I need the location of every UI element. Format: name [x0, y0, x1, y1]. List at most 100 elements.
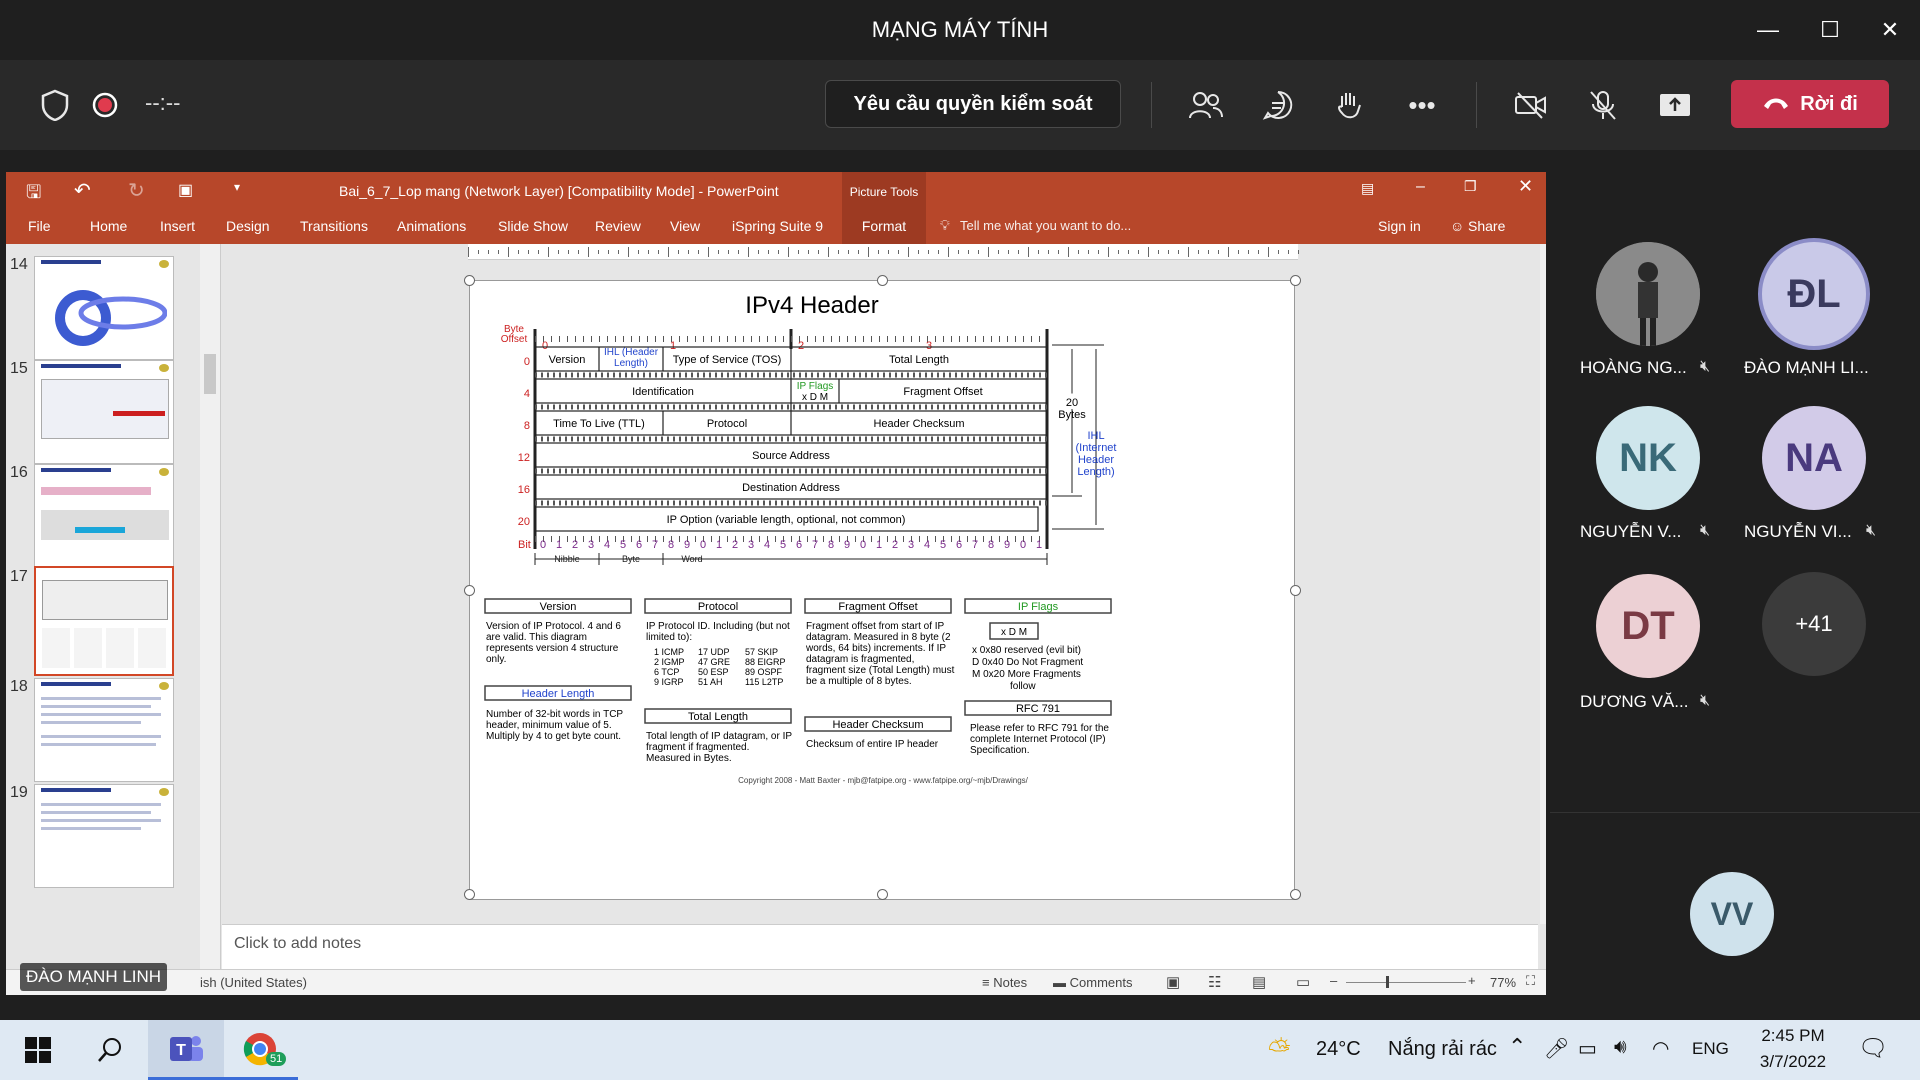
resize-handle[interactable] [877, 889, 888, 900]
editor-scrollbar[interactable] [1540, 244, 1546, 924]
request-control-button[interactable]: Yêu cầu quyền kiểm soát [825, 80, 1121, 128]
tab-review[interactable]: Review [595, 218, 641, 234]
people-icon[interactable] [1181, 80, 1231, 130]
participant-avatar-nk[interactable]: NK [1596, 406, 1700, 510]
camera-off-icon[interactable] [1506, 80, 1556, 130]
redo-icon[interactable]: ↻ [128, 178, 145, 203]
tab-insert[interactable]: Insert [160, 218, 195, 234]
chrome-taskbar-icon[interactable]: 51 [222, 1020, 298, 1080]
participant-avatar-dt[interactable]: DT [1596, 574, 1700, 678]
battery-icon[interactable]: ▭ [1578, 1036, 1597, 1061]
tab-design[interactable]: Design [226, 218, 270, 234]
notes-pane[interactable]: Click to add notes [222, 924, 1538, 969]
resize-handle[interactable] [464, 275, 475, 286]
ppt-close-icon[interactable]: ✕ [1518, 176, 1533, 197]
resize-handle[interactable] [1290, 889, 1301, 900]
input-language[interactable]: ENG [1692, 1039, 1729, 1059]
undo-icon[interactable]: ↶ [74, 178, 91, 203]
tab-format[interactable]: Format [842, 208, 926, 244]
thumbnail-slide-14[interactable] [34, 256, 174, 360]
chevron-up-icon[interactable]: ⌃ [1508, 1034, 1526, 1060]
ruler-tick [958, 250, 959, 254]
volume-icon[interactable]: 🔊︎ [1614, 1036, 1627, 1059]
bit-mark-3: 3 [926, 340, 932, 352]
wifi-icon[interactable]: ◠ [1652, 1036, 1669, 1061]
zoom-slider-thumb[interactable] [1386, 976, 1389, 988]
thumbnail-slide-18[interactable] [34, 678, 174, 782]
slideshow-view-icon[interactable]: ▭ [1296, 973, 1310, 991]
desc-hc-text: Checksum of entire IP header [806, 739, 939, 750]
thumbnail-slide-19[interactable] [34, 784, 174, 888]
thumbnail-slide-17-selected[interactable] [34, 566, 174, 676]
tab-home[interactable]: Home [90, 218, 127, 234]
resize-handle[interactable] [1290, 585, 1301, 596]
ppt-minimize-icon[interactable]: – [1416, 178, 1425, 196]
participant-avatar-photo[interactable] [1596, 242, 1700, 346]
start-button[interactable] [0, 1020, 76, 1080]
leave-button[interactable]: Rời đi [1731, 80, 1889, 128]
tab-ispring[interactable]: iSpring Suite 9 [732, 218, 823, 234]
clock-time[interactable]: 2:45 PM [1756, 1026, 1830, 1046]
customize-qat-icon[interactable]: ▾ [234, 180, 240, 194]
ruler-tick [888, 250, 889, 254]
resize-handle[interactable] [464, 889, 475, 900]
resize-handle[interactable] [464, 585, 475, 596]
comments-button[interactable]: ▬ Comments [1053, 975, 1132, 990]
thumbnail-slide-16[interactable] [34, 464, 174, 568]
reading-view-icon[interactable]: ▤ [1252, 973, 1266, 991]
mic-tray-icon[interactable]: 🎤︎ [1544, 1036, 1569, 1061]
tell-me-input[interactable]: Tell me what you want to do... [960, 218, 1131, 233]
slide-canvas[interactable]: IPv4 Header ByteOffset 0 1 2 3 0 4 8 12 [464, 275, 1301, 900]
participant-avatar-dl[interactable]: ĐL [1758, 238, 1870, 350]
search-icon[interactable] [72, 1020, 148, 1080]
resize-handle[interactable] [1290, 275, 1301, 286]
scroll-thumb[interactable] [204, 354, 216, 394]
weather-icon[interactable]: ⛅︎ [1268, 1034, 1290, 1067]
tab-file[interactable]: File [28, 218, 51, 234]
zoom-out-icon[interactable]: – [1330, 973, 1337, 988]
thumbnail-slide-15[interactable] [34, 360, 174, 464]
notes-label: Notes [993, 975, 1028, 990]
zoom-in-icon[interactable]: + [1468, 973, 1476, 988]
desc-fragment-offset-heading: Fragment Offset [838, 601, 917, 613]
thumbnails-scrollbar[interactable] [200, 244, 220, 969]
tab-view[interactable]: View [670, 218, 700, 234]
teams-taskbar-icon[interactable]: T [148, 1020, 224, 1080]
notes-button[interactable]: ≡ Notes [982, 975, 1027, 990]
fit-slide-icon[interactable]: ⛶ [1526, 973, 1535, 989]
ruler-tick [1148, 247, 1149, 257]
zoom-slider[interactable] [1346, 982, 1466, 983]
field-fragment-offset: Fragment Offset [903, 386, 982, 398]
share-link[interactable]: Share [1468, 218, 1505, 234]
sorter-view-icon[interactable]: ☷ [1208, 973, 1221, 991]
chat-icon[interactable] [1253, 80, 1303, 130]
tab-animations[interactable]: Animations [397, 218, 466, 234]
sign-in-link[interactable]: Sign in [1378, 218, 1421, 234]
shield-icon[interactable] [30, 80, 80, 130]
weather-temp[interactable]: 24°C [1316, 1038, 1361, 1061]
tab-transitions[interactable]: Transitions [300, 218, 368, 234]
raise-hand-icon[interactable] [1325, 80, 1375, 130]
normal-view-icon[interactable]: ▣ [1166, 973, 1180, 991]
more-participants-button[interactable]: +41 [1762, 572, 1866, 676]
save-icon[interactable]: 🖫 [26, 180, 41, 210]
close-icon[interactable]: ✕ [1860, 0, 1920, 60]
zoom-level[interactable]: 77% [1490, 975, 1516, 990]
proto-item: 1 ICMP [654, 647, 684, 657]
resize-handle[interactable] [877, 275, 888, 286]
ruler-tick [848, 250, 849, 254]
more-icon[interactable]: ••• [1397, 80, 1447, 130]
share-screen-icon[interactable] [1650, 80, 1700, 130]
clock-date[interactable]: 3/7/2022 [1750, 1052, 1836, 1072]
ribbon-display-icon[interactable]: ▤ [1361, 180, 1374, 197]
presenter-icon[interactable]: ▣ [178, 180, 193, 200]
participant-avatar-na[interactable]: NA [1762, 406, 1866, 510]
minimize-icon[interactable]: ― [1738, 0, 1798, 60]
ppt-restore-icon[interactable]: ❐ [1464, 178, 1477, 195]
tab-slide-show[interactable]: Slide Show [498, 218, 568, 234]
maximize-icon[interactable]: ☐ [1800, 0, 1860, 60]
participant-avatar-vv[interactable]: VV [1690, 872, 1774, 956]
mic-off-icon[interactable] [1578, 80, 1628, 130]
notification-icon[interactable]: 🗨︎ [1858, 1034, 1888, 1063]
weather-desc[interactable]: Nắng rải rác [1388, 1038, 1497, 1061]
